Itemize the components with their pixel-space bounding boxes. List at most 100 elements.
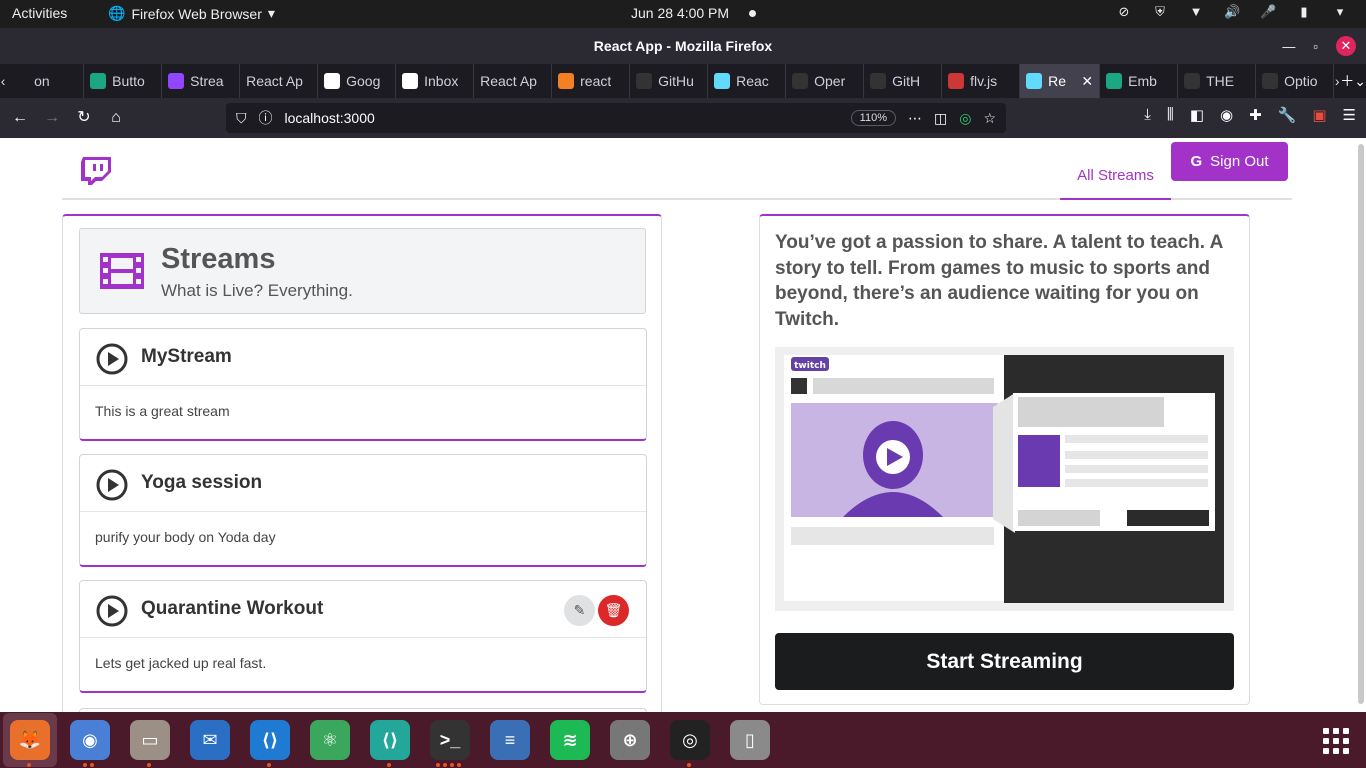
browser-tab[interactable]: on <box>6 64 85 98</box>
twitch-logo-icon[interactable] <box>80 156 114 186</box>
obs-icon[interactable]: ◎ <box>670 720 710 760</box>
clock[interactable]: Jun 28 4:00 PM <box>631 5 729 21</box>
browser-tab[interactable]: THE <box>1178 64 1257 98</box>
page-actions-icon[interactable]: ⋯ <box>908 110 922 127</box>
usb-drive-icon[interactable]: ▯ <box>730 720 770 760</box>
opera-tray-icon[interactable]: ⊘ <box>1116 4 1132 20</box>
play-circle-icon[interactable] <box>96 469 128 501</box>
illustration-twitch-wordmark: twitch <box>794 361 826 371</box>
url-text[interactable]: localhost:3000 <box>285 110 839 126</box>
browser-tab[interactable]: react <box>552 64 631 98</box>
files-icon[interactable]: ▭ <box>130 720 170 760</box>
reload-icon[interactable]: ↻ <box>72 106 96 130</box>
browser-tab[interactable]: Re ✕ <box>1020 64 1101 98</box>
browser-tab[interactable]: flv.js <box>942 64 1021 98</box>
account-icon[interactable]: ◉ <box>1220 106 1233 124</box>
minimize-icon[interactable]: — <box>1282 39 1295 54</box>
battery-icon[interactable]: ▮ <box>1296 4 1312 20</box>
sign-out-button[interactable]: G Sign Out <box>1171 142 1288 181</box>
tab-label: THE <box>1206 73 1235 89</box>
spotify-icon[interactable]: ≋ <box>550 720 590 760</box>
caret-down-icon: ▾ <box>267 5 275 21</box>
bookmark-star-icon[interactable]: ☆ <box>983 110 996 127</box>
play-circle-icon[interactable] <box>96 343 128 375</box>
stream-title[interactable]: Quarantine Workout <box>141 598 323 620</box>
pocket-icon[interactable]: ◫ <box>934 110 947 127</box>
browser-tab[interactable]: GitHu <box>630 64 709 98</box>
stream-title[interactable]: Yoga session <box>141 472 262 494</box>
show-applications-icon[interactable] <box>1323 728 1349 754</box>
atom-icon[interactable]: ⚛ <box>310 720 350 760</box>
tab-label: Butto <box>112 73 145 89</box>
browser-tab[interactable]: Butto <box>84 64 163 98</box>
tracking-shield-icon[interactable]: ⛉ <box>236 110 247 127</box>
tab-strip: ‹ on Butto Strea React Ap Goog Inbox React Ap r… <box>0 64 1366 98</box>
shield-tray-icon[interactable]: ⛨ <box>1152 4 1168 20</box>
terminal-icon[interactable]: >_ <box>430 720 470 760</box>
new-tab-icon[interactable]: ＋ <box>1340 71 1354 91</box>
github-icon <box>1262 73 1279 89</box>
edit-stream-button[interactable]: ✎ <box>564 595 595 626</box>
all-streams-link[interactable]: All Streams <box>1060 156 1171 200</box>
url-bar[interactable]: ⛉ ⓘ localhost:3000 110% ⋯ ◫ ◎ ☆ <box>226 103 1006 133</box>
menu-icon[interactable]: ☰ <box>1343 106 1356 124</box>
list-all-tabs-icon[interactable]: ⌄ <box>1354 73 1366 90</box>
tab-label: react <box>580 73 612 89</box>
activities-button[interactable]: Activities <box>12 5 67 21</box>
browser-tab[interactable]: Inbox <box>396 64 475 98</box>
streams-subtitle: What is Live? Everything. <box>161 281 353 300</box>
tab-label: Optio <box>1284 73 1318 89</box>
web-page: All Streams G Sign Out Streams What is L… <box>0 138 1366 712</box>
extensions-icon[interactable]: ✚ <box>1249 106 1262 124</box>
wrench-icon[interactable]: 🔧 <box>1278 106 1297 124</box>
browser-tab[interactable]: Reac <box>708 64 787 98</box>
back-icon[interactable]: ← <box>8 106 32 130</box>
browser-tab[interactable]: Goog <box>318 64 397 98</box>
extension-green-icon[interactable]: ◎ <box>959 110 971 127</box>
gmail-icon <box>402 73 419 89</box>
start-streaming-button[interactable]: Start Streaming <box>775 633 1234 690</box>
stream-card[interactable]: MyStream This is a great stream <box>79 328 647 441</box>
browser-tab[interactable]: React Ap <box>240 64 319 98</box>
tab-label: GitH <box>892 73 921 89</box>
wifi-icon[interactable]: ▼ <box>1188 4 1204 20</box>
sign-out-label: Sign Out <box>1210 153 1269 170</box>
browser-tab[interactable]: Emb <box>1100 64 1179 98</box>
zoom-indicator[interactable]: 110% <box>850 110 896 126</box>
stream-card[interactable]: Quarantine Workout ✎ 🗑 Lets get jacked u… <box>79 580 647 693</box>
page-scrollbar[interactable] <box>1358 144 1364 704</box>
play-circle-icon[interactable] <box>96 595 128 627</box>
library-icon[interactable]: ⫼ <box>1167 106 1174 124</box>
forward-icon[interactable]: → <box>40 106 64 130</box>
delete-stream-button[interactable]: 🗑 <box>598 595 629 626</box>
vscodium-icon[interactable]: ⟨⟩ <box>370 720 410 760</box>
stackoverflow-icon <box>558 73 575 89</box>
close-window-icon[interactable]: ✕ <box>1336 36 1356 56</box>
stream-card[interactable]: Yoga session purify your body on Yoda da… <box>79 454 647 567</box>
firefox-icon[interactable]: 🦊 <box>10 720 50 760</box>
app-menu[interactable]: 🌐 Firefox Web Browser ▾ <box>108 5 275 22</box>
site-info-icon[interactable]: ⓘ <box>259 108 273 128</box>
browser-tab[interactable]: Oper <box>786 64 865 98</box>
vscode-icon[interactable]: ⟨⟩ <box>250 720 290 760</box>
addon-red-icon[interactable]: ▣ <box>1312 106 1326 124</box>
sidebar-icon[interactable]: ◧ <box>1190 106 1204 124</box>
vpn-icon[interactable]: ⊕ <box>610 720 650 760</box>
microphone-icon[interactable]: 🎤 <box>1260 4 1276 20</box>
thunderbird-icon[interactable]: ✉ <box>190 720 230 760</box>
stream-title[interactable]: MyStream <box>141 346 232 368</box>
downloads-icon[interactable]: ⤓ <box>1144 106 1151 124</box>
close-tab-icon[interactable]: ✕ <box>1081 73 1093 90</box>
browser-tab[interactable]: Optio <box>1256 64 1335 98</box>
chromium-icon[interactable]: ◉ <box>70 720 110 760</box>
text-editor-icon[interactable]: ≡ <box>490 720 530 760</box>
browser-tab[interactable]: GitH <box>864 64 943 98</box>
volume-icon[interactable]: 🔊 <box>1224 4 1240 20</box>
maximize-icon[interactable]: ▫ <box>1313 39 1318 54</box>
browser-tab[interactable]: React Ap <box>474 64 553 98</box>
power-menu-icon[interactable]: ▾ <box>1332 4 1348 20</box>
system-tray[interactable]: ⊘ ⛨ ▼ 🔊 🎤 ▮ ▾ <box>1116 4 1348 20</box>
window-titlebar: React App - Mozilla Firefox — ▫ ✕ <box>0 28 1366 64</box>
home-icon[interactable]: ⌂ <box>104 106 128 130</box>
browser-tab[interactable]: Strea <box>162 64 241 98</box>
